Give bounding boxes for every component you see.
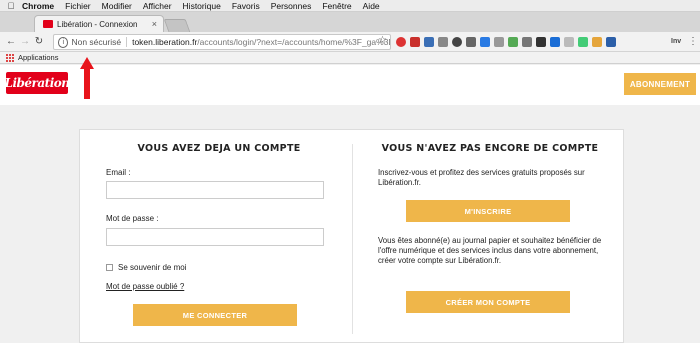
liberation-logo[interactable]: Libération bbox=[5, 72, 70, 94]
menu-afficher[interactable]: Afficher bbox=[143, 1, 172, 11]
forward-arrow-icon[interactable]: → bbox=[18, 36, 32, 47]
bookmark-applications[interactable]: Applications bbox=[18, 53, 58, 62]
browser-toolbar: ← → ↻ i Non sécurisé token.liberation.fr… bbox=[0, 32, 700, 52]
column-divider bbox=[352, 144, 353, 334]
password-input[interactable] bbox=[106, 228, 324, 246]
site-header: Libération ABONNEMENT bbox=[0, 57, 700, 105]
extension-navy-icon[interactable] bbox=[606, 37, 616, 47]
account-card: VOUS AVEZ DEJA UN COMPTE Email : Mot de … bbox=[79, 129, 624, 343]
info-icon[interactable]: i bbox=[58, 36, 69, 48]
extension-pin-icon[interactable] bbox=[396, 37, 406, 47]
email-label: Email : bbox=[106, 168, 131, 177]
browser-tab-strip: Libération - Connexion × bbox=[0, 12, 700, 32]
bookmarks-bar: Applications bbox=[0, 52, 700, 64]
subscriber-info-text: Vous êtes abonné(e) au journal papier et… bbox=[378, 236, 602, 265]
back-arrow-icon[interactable]: ← bbox=[4, 36, 18, 47]
macos-menu-bar:  Chrome Fichier Modifier Afficher Histo… bbox=[0, 0, 700, 12]
menu-aide[interactable]: Aide bbox=[363, 1, 380, 11]
login-button[interactable]: ME CONNECTER bbox=[133, 304, 297, 326]
menu-fichier[interactable]: Fichier bbox=[65, 1, 91, 11]
register-button[interactable]: M'INSCRIRE bbox=[406, 200, 570, 222]
browser-menu-icon[interactable]: ⋮ bbox=[688, 36, 698, 47]
extension-camera-icon[interactable] bbox=[466, 37, 476, 47]
new-tab-button[interactable] bbox=[163, 19, 191, 32]
apple-icon[interactable]:  bbox=[0, 1, 22, 11]
close-tab-icon[interactable]: × bbox=[152, 19, 157, 29]
tab-title: Libération - Connexion bbox=[57, 19, 138, 29]
menu-app-name[interactable]: Chrome bbox=[22, 1, 54, 11]
password-label: Mot de passe : bbox=[106, 214, 159, 223]
url-text: token.liberation.fr/accounts/login/?next… bbox=[132, 37, 390, 47]
extension-circle-icon[interactable] bbox=[452, 37, 462, 47]
web-page: Libération ABONNEMENT VOUS AVEZ DEJA UN … bbox=[0, 57, 700, 343]
bookmark-star-icon[interactable]: ☆ bbox=[378, 35, 387, 46]
menu-modifier[interactable]: Modifier bbox=[102, 1, 132, 11]
security-status[interactable]: Non sécurisé bbox=[71, 37, 128, 47]
register-title: VOUS N'AVEZ PAS ENCORE DE COMPTE bbox=[381, 143, 599, 154]
menu-historique[interactable]: Historique bbox=[183, 1, 221, 11]
remember-me-label[interactable]: Se souvenir de moi bbox=[118, 263, 186, 272]
extension-badge-icon[interactable] bbox=[438, 37, 448, 47]
extension-green-icon[interactable] bbox=[578, 37, 588, 47]
extension-cloud-gray-icon[interactable] bbox=[522, 37, 532, 47]
extension-blue-icon[interactable] bbox=[480, 37, 490, 47]
extension-vimeo-icon[interactable] bbox=[550, 37, 560, 47]
address-bar[interactable]: i Non sécurisé token.liberation.fr/accou… bbox=[53, 34, 391, 50]
menu-personnes[interactable]: Personnes bbox=[271, 1, 312, 11]
extensions-area bbox=[396, 37, 616, 47]
liberation-favicon-icon bbox=[43, 20, 53, 28]
extension-gray-icon[interactable] bbox=[494, 37, 504, 47]
extension-shield-icon[interactable] bbox=[410, 37, 420, 47]
browser-tab[interactable]: Libération - Connexion × bbox=[34, 15, 164, 32]
url-domain: token.liberation.fr bbox=[132, 37, 198, 47]
login-title: VOUS AVEZ DEJA UN COMPTE bbox=[137, 143, 301, 154]
remember-me-checkbox[interactable] bbox=[106, 264, 113, 271]
extension-dark-icon[interactable] bbox=[536, 37, 546, 47]
create-account-button[interactable]: CRÉER MON COMPTE bbox=[406, 291, 570, 313]
forgot-password-link[interactable]: Mot de passe oublié ? bbox=[106, 282, 184, 291]
url-path: /accounts/login/?next=/accounts/home/%3F… bbox=[197, 37, 390, 47]
reload-icon[interactable]: ↻ bbox=[32, 36, 46, 47]
extension-orange-icon[interactable] bbox=[592, 37, 602, 47]
extension-recycle-icon[interactable] bbox=[508, 37, 518, 47]
subscribe-button[interactable]: ABONNEMENT bbox=[624, 73, 696, 95]
red-arrow-annotation-icon bbox=[80, 57, 94, 99]
menu-fenetre[interactable]: Fenêtre bbox=[322, 1, 351, 11]
extension-cloud-icon[interactable] bbox=[424, 37, 434, 47]
register-intro-text: Inscrivez-vous et profitez des services … bbox=[378, 168, 585, 187]
extension-doc-icon[interactable] bbox=[564, 37, 574, 47]
extension-inv-label[interactable]: Inv bbox=[671, 38, 681, 45]
email-input[interactable] bbox=[106, 181, 324, 199]
apps-grid-icon[interactable] bbox=[6, 53, 14, 62]
menu-favoris[interactable]: Favoris bbox=[232, 1, 260, 11]
